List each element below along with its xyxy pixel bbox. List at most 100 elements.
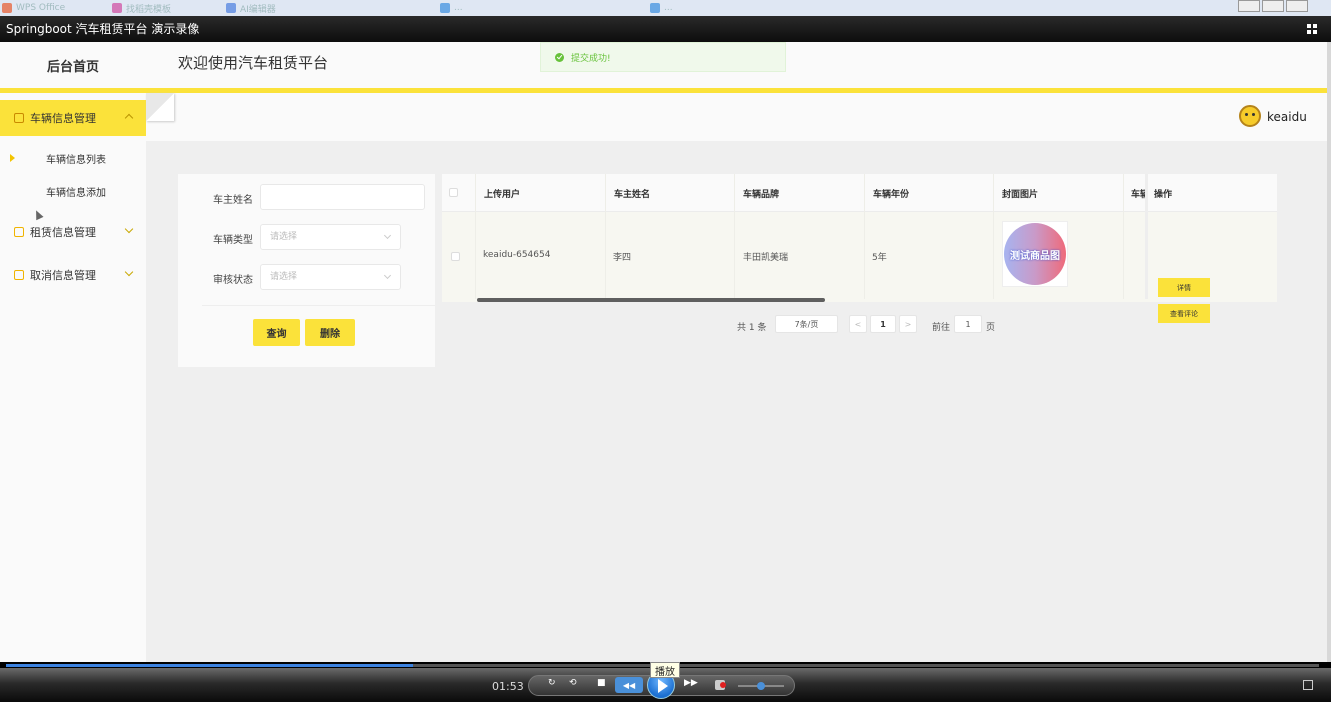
column-divider bbox=[864, 174, 865, 299]
pagination-total: 共 1 条 bbox=[737, 323, 767, 333]
cover-image[interactable]: 测试商品图 bbox=[1002, 221, 1068, 287]
replay-icon[interactable]: ⟲ bbox=[569, 679, 577, 688]
avatar[interactable] bbox=[1239, 105, 1261, 127]
page-suffix: 页 bbox=[986, 323, 996, 333]
review-status-label: 审核状态 bbox=[213, 275, 253, 286]
prev-page-button[interactable]: < bbox=[849, 315, 867, 333]
maximize-button[interactable] bbox=[1262, 0, 1284, 12]
sidebar-item-label: 车辆信息列表 bbox=[46, 154, 106, 166]
play-tooltip: 播放 bbox=[650, 662, 680, 678]
volume-knob[interactable] bbox=[757, 682, 765, 690]
select-placeholder: 请选择 bbox=[270, 232, 298, 242]
folder-icon bbox=[14, 113, 24, 123]
owner-name-input[interactable] bbox=[260, 184, 425, 210]
cover-image-label: 测试商品图 bbox=[1004, 223, 1066, 285]
username[interactable]: keaidu bbox=[1267, 110, 1307, 124]
page-size-value: 7条/页 bbox=[794, 319, 819, 329]
sidebar-group-cancel-info[interactable]: 取消信息管理 bbox=[0, 257, 146, 293]
os-tab[interactable]: 找稻壳模板 bbox=[112, 1, 171, 15]
app-window: 后台首页 车辆信息管理 车辆信息列表 车辆信息添加 租赁信息管理 取消信息管理 … bbox=[0, 42, 1327, 662]
cell-uploader: keaidu-654654 bbox=[483, 250, 551, 260]
cell-year: 5年 bbox=[872, 253, 887, 263]
top-toolbar: keaidu bbox=[146, 93, 1327, 141]
select-all-checkbox[interactable] bbox=[449, 188, 458, 197]
player-title: Springboot 汽车租赁平台 演示录像 bbox=[6, 22, 200, 36]
vehicle-table: 上传用户 车主姓名 车辆品牌 车辆年份 封面图片 车辆 操作 keaidu-65… bbox=[442, 174, 1277, 323]
column-header: 车辆年份 bbox=[873, 190, 910, 200]
cell-brand: 丰田凯美瑞 bbox=[743, 253, 789, 263]
column-divider bbox=[734, 174, 735, 299]
column-divider bbox=[1123, 174, 1124, 299]
goto-label: 前往 bbox=[932, 323, 951, 333]
chevron-down-icon bbox=[383, 231, 392, 240]
column-divider bbox=[605, 174, 606, 299]
column-header: 封面图片 bbox=[1002, 190, 1039, 200]
table-header: 上传用户 车主姓名 车辆品牌 车辆年份 封面图片 车辆 操作 bbox=[442, 174, 1277, 212]
sidebar-group-label: 车辆信息管理 bbox=[30, 112, 96, 125]
mute-icon[interactable] bbox=[715, 680, 726, 690]
column-header: 操作 bbox=[1154, 190, 1173, 200]
minimize-button[interactable] bbox=[1238, 0, 1260, 12]
fast-forward-icon[interactable]: ▶▶ bbox=[684, 679, 698, 688]
column-header: 车辆 bbox=[1131, 190, 1145, 200]
close-button[interactable] bbox=[1286, 0, 1308, 12]
goto-page-input[interactable]: 1 bbox=[954, 315, 982, 333]
chevron-down-icon bbox=[124, 267, 134, 277]
select-placeholder: 请选择 bbox=[270, 272, 298, 282]
sidebar-item-label: 车辆信息添加 bbox=[46, 187, 106, 199]
vertical-scrollbar[interactable] bbox=[1327, 42, 1331, 662]
vehicle-type-select[interactable]: 请选择 bbox=[260, 224, 401, 250]
vehicle-type-label: 车辆类型 bbox=[213, 235, 253, 246]
folder-icon bbox=[14, 270, 24, 280]
os-taskbar: WPS Office 找稻壳模板 AI编辑器 ... ... bbox=[0, 0, 1331, 16]
player-title-bar: Springboot 汽车租赁平台 演示录像 bbox=[0, 16, 1331, 42]
horizontal-scrollbar[interactable] bbox=[477, 298, 825, 302]
column-divider bbox=[475, 174, 476, 299]
sidebar: 后台首页 车辆信息管理 车辆信息列表 车辆信息添加 租赁信息管理 取消信息管理 bbox=[0, 42, 146, 662]
sidebar-group-vehicle-info[interactable]: 车辆信息管理 bbox=[0, 100, 146, 136]
cell-owner: 李四 bbox=[613, 253, 632, 263]
os-tab[interactable]: AI编辑器 bbox=[226, 1, 276, 15]
row-checkbox[interactable] bbox=[451, 252, 460, 261]
query-button[interactable]: 查询 bbox=[253, 319, 300, 346]
current-page[interactable]: 1 bbox=[870, 315, 896, 333]
os-tab[interactable]: ... bbox=[650, 1, 673, 15]
column-divider bbox=[993, 174, 994, 299]
sidebar-item-vehicle-add[interactable]: 车辆信息添加 bbox=[0, 176, 146, 206]
divider bbox=[202, 305, 435, 306]
owner-name-label: 车主姓名 bbox=[213, 195, 253, 206]
column-header: 车主姓名 bbox=[614, 190, 651, 200]
success-toast: 提交成功! bbox=[540, 42, 786, 72]
stop-icon[interactable]: ■ bbox=[597, 679, 606, 688]
playback-time: 01:53 bbox=[492, 680, 524, 693]
seek-progress bbox=[6, 664, 414, 667]
chevron-down-icon bbox=[124, 224, 134, 234]
view-comments-button[interactable]: 查看评论 bbox=[1158, 304, 1210, 323]
page-fold-icon bbox=[146, 93, 174, 121]
grid-icon[interactable] bbox=[1307, 24, 1317, 34]
rewind-button[interactable]: ◀◀ bbox=[615, 677, 643, 693]
next-page-button[interactable]: > bbox=[899, 315, 917, 333]
sidebar-group-label: 取消信息管理 bbox=[30, 269, 96, 282]
sidebar-group-label: 租赁信息管理 bbox=[30, 226, 96, 239]
sidebar-brand[interactable]: 后台首页 bbox=[0, 42, 146, 88]
sidebar-item-vehicle-list[interactable]: 车辆信息列表 bbox=[0, 143, 146, 173]
fixed-column-shadow bbox=[1145, 174, 1148, 299]
os-tab[interactable]: WPS Office bbox=[2, 1, 65, 15]
delete-button[interactable]: 删除 bbox=[305, 319, 355, 346]
check-circle-icon bbox=[555, 52, 564, 62]
search-panel: 车主姓名 车辆类型 请选择 审核状态 请选择 查询 删除 bbox=[178, 174, 435, 367]
chevron-down-icon bbox=[383, 271, 392, 280]
review-status-select[interactable]: 请选择 bbox=[260, 264, 401, 290]
fullscreen-icon[interactable] bbox=[1303, 680, 1313, 690]
chevron-up-icon bbox=[124, 113, 134, 123]
loop-icon[interactable]: ↻ bbox=[548, 679, 556, 688]
os-tab[interactable]: ... bbox=[440, 1, 463, 15]
page-size-select[interactable]: 7条/页 bbox=[775, 315, 838, 333]
folder-icon bbox=[14, 227, 24, 237]
detail-button[interactable]: 详情 bbox=[1158, 278, 1210, 297]
toast-message: 提交成功! bbox=[571, 53, 611, 64]
column-header: 上传用户 bbox=[484, 190, 521, 200]
active-marker-icon bbox=[10, 154, 15, 162]
sidebar-group-rental-info[interactable]: 租赁信息管理 bbox=[0, 214, 146, 250]
